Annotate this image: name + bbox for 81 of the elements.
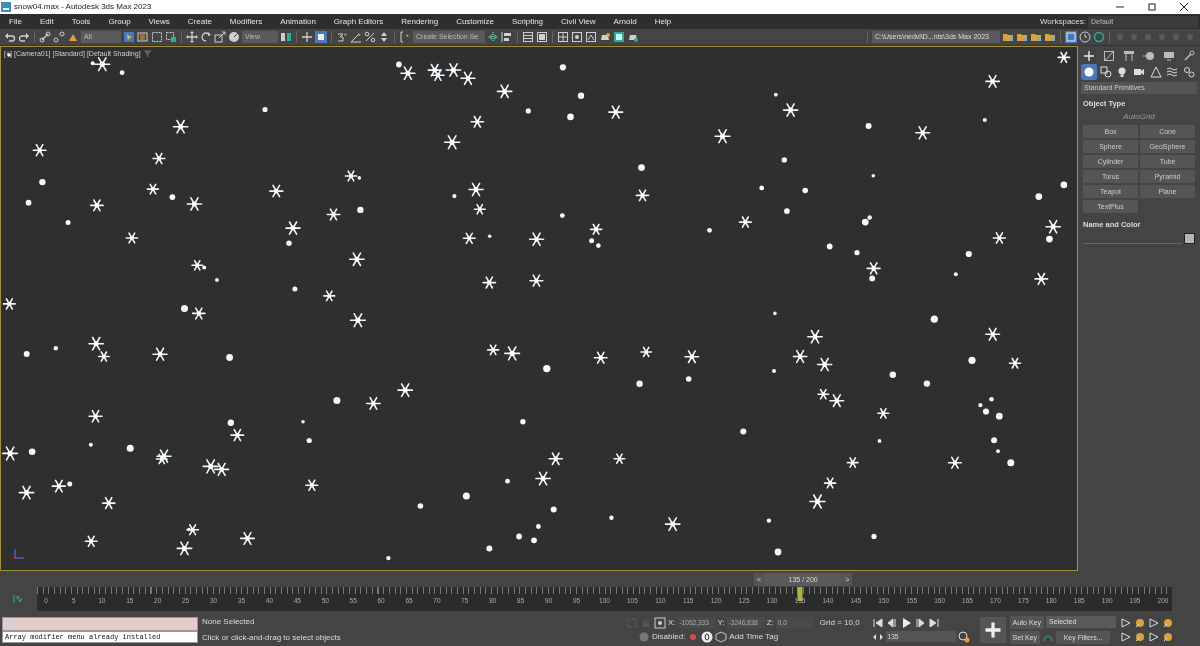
transform-mode-icon[interactable]: [654, 616, 666, 629]
unlink-icon[interactable]: [53, 31, 65, 43]
menu-item[interactable]: Group: [99, 14, 140, 29]
window-title: snow04.max - Autodesk 3ds Max 2023: [14, 1, 152, 13]
display-monitor-icon[interactable]: [1163, 50, 1175, 62]
menu-item[interactable]: Graph Editors: [324, 14, 393, 29]
undo-icon[interactable]: [4, 31, 16, 43]
menu-item[interactable]: Edit: [30, 14, 63, 29]
curve-editor-icon[interactable]: [557, 31, 569, 43]
select-object-icon[interactable]: [123, 31, 135, 43]
select-manipulate-icon[interactable]: [301, 31, 313, 43]
close-icon[interactable]: [1178, 1, 1190, 13]
snap-icon[interactable]: [336, 31, 348, 43]
window-crossing-icon[interactable]: [165, 31, 177, 43]
save-folder-icon[interactable]: [1016, 31, 1028, 43]
create-plus-icon[interactable]: [1083, 50, 1095, 62]
coordinate-label: X:: [668, 616, 676, 629]
move-icon[interactable]: [186, 31, 198, 43]
menu-item[interactable]: Scripting: [502, 14, 553, 29]
track-bar-curve-icon[interactable]: [12, 593, 24, 605]
placement-icon[interactable]: [228, 31, 240, 43]
modify-curve-icon[interactable]: [1103, 50, 1115, 62]
color-swatch[interactable]: [1184, 232, 1195, 244]
menu-item[interactable]: Help: [645, 14, 681, 29]
next-frame-icon[interactable]: [913, 616, 926, 629]
link-icon[interactable]: [39, 31, 51, 43]
workspaces-label: Workspaces:: [1039, 15, 1086, 28]
hierarchy-icon[interactable]: [1123, 50, 1135, 62]
keyboard-shortcut-icon[interactable]: [315, 31, 327, 43]
rectangular-selection-icon[interactable]: [151, 31, 163, 43]
open-folder-icon[interactable]: [1002, 31, 1014, 43]
scale-icon[interactable]: [214, 31, 226, 43]
cube-icon[interactable]: [715, 630, 728, 643]
pivot-icon[interactable]: [280, 31, 292, 43]
menu-item[interactable]: Rendering: [392, 14, 448, 29]
render-setup-icon[interactable]: [599, 31, 611, 43]
menu-item[interactable]: Views: [139, 14, 179, 29]
percent-snap-icon[interactable]: [364, 31, 376, 43]
redo-icon[interactable]: [18, 31, 30, 43]
named-selection-icon[interactable]: [399, 31, 411, 43]
menu-item[interactable]: Animation: [271, 14, 325, 29]
go-to-end-icon[interactable]: [927, 616, 940, 629]
mirror-icon[interactable]: [487, 31, 499, 43]
viewport-layout-icon[interactable]: [1065, 31, 1077, 43]
add-time-tag-link[interactable]: Add Time Tag: [729, 630, 779, 643]
archive-folder-icon[interactable]: [1030, 31, 1042, 43]
prompt-text: Click or click-and-drag to select objects: [202, 631, 342, 644]
spinner-snap-icon[interactable]: [378, 31, 390, 43]
material-editor-icon[interactable]: [585, 31, 597, 43]
menu-item[interactable]: Modifiers: [220, 14, 272, 29]
zero-icon[interactable]: [701, 630, 714, 643]
align-icon[interactable]: [501, 31, 513, 43]
selection-status: None Selected: [202, 615, 256, 628]
layer-explorer-icon[interactable]: [522, 31, 534, 43]
menu-item[interactable]: Civil View: [552, 14, 605, 29]
previous-frame-icon[interactable]: [885, 616, 898, 629]
menu-item[interactable]: Create: [178, 14, 221, 29]
schematic-view-icon[interactable]: [571, 31, 583, 43]
coordinate-label: Z:: [766, 616, 774, 629]
menu-item[interactable]: Tools: [62, 14, 100, 29]
rotate-icon[interactable]: [200, 31, 212, 43]
project-folder-icon[interactable]: [1044, 31, 1056, 43]
angle-snap-icon[interactable]: [350, 31, 362, 43]
rendered-frame-icon[interactable]: [613, 31, 625, 43]
maximize-icon[interactable]: [1146, 1, 1158, 13]
grid-size: Grid = 10,0: [819, 616, 860, 629]
time-config-icon[interactable]: [1079, 31, 1091, 43]
arnold-icon[interactable]: [1093, 31, 1105, 43]
motion-icon[interactable]: [1143, 50, 1155, 62]
select-by-name-icon[interactable]: [137, 31, 149, 43]
go-to-start-icon[interactable]: [871, 616, 884, 629]
wrench-icon[interactable]: [1183, 50, 1195, 62]
disabled-label: Disabled:: [652, 630, 686, 643]
axis-tripod-icon: [13, 548, 25, 560]
menu-item[interactable]: Arnold: [604, 14, 646, 29]
scene-explorer-icon[interactable]: [536, 31, 548, 43]
menu-item[interactable]: Customize: [447, 14, 503, 29]
coordinate-label: Y:: [717, 616, 725, 629]
listener-input[interactable]: [2, 616, 198, 631]
menu-item[interactable]: File: [0, 14, 31, 29]
time-configuration-icon[interactable]: [957, 630, 970, 643]
